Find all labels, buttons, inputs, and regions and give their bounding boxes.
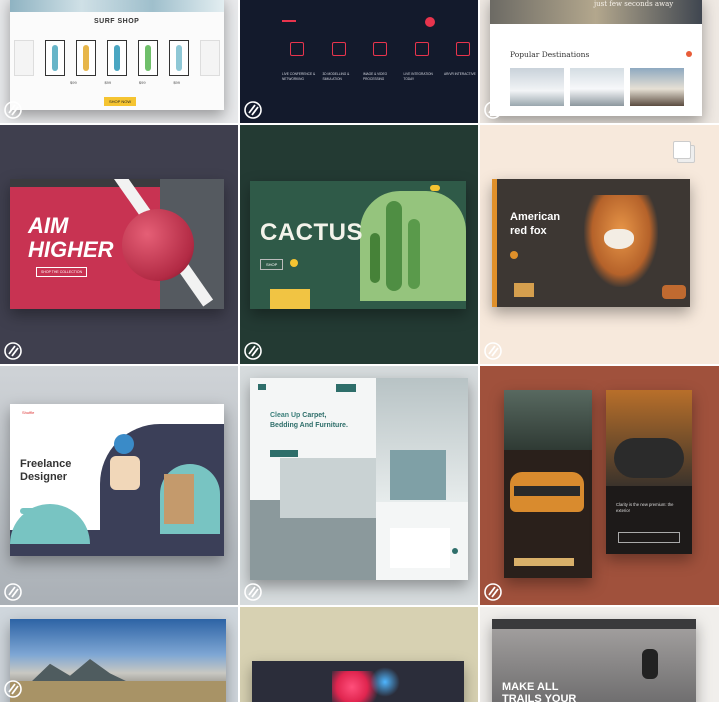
multi-image-icon — [673, 141, 695, 163]
service-step: LIVE CONFERENCE & NETWORKING — [282, 72, 316, 81]
tile-audi[interactable]: Clarity is the new premium: the exterior — [480, 366, 719, 605]
clean-up-title-line2: Bedding And Furniture. — [270, 422, 348, 429]
aim-headline: AIM — [28, 213, 69, 238]
higher-headline: HIGHER — [28, 237, 114, 262]
link-icon — [244, 342, 262, 360]
surf-shop-button[interactable]: SHOP NOW — [104, 97, 137, 106]
tile-landscape[interactable] — [0, 607, 238, 702]
freelance-title: Designer — [20, 471, 68, 483]
fox-title: red fox — [510, 225, 547, 237]
clean-up-title: Clean Up Carpet, — [270, 412, 326, 419]
link-icon — [4, 342, 22, 360]
dark-services-screen: LIVE CONFERENCE & NETWORKING 3D MODELLIN… — [240, 0, 478, 123]
tile-cactus[interactable]: CACTUS SHOP — [240, 125, 478, 364]
clean-up-screen: Clean Up Carpet, Bedding And Furniture. — [250, 378, 468, 580]
service-step: 3D MODELLING & SIMULATION — [322, 72, 350, 81]
travel-title: Popular Destinations — [510, 50, 590, 59]
audi-screen-right: Clarity is the new premium: the exterior — [606, 390, 692, 554]
tile-fox[interactable]: American red fox — [480, 125, 719, 364]
link-icon — [4, 680, 22, 698]
tile-surf-shop[interactable]: SURF SHOP $99 $99 $99 $99 SHOP NOW — [0, 0, 238, 123]
aim-cta-button[interactable]: SHOP THE COLLECTION — [36, 267, 88, 277]
fox-title: American — [510, 211, 561, 223]
link-icon — [484, 101, 502, 119]
tile-trails[interactable]: MAKE ALL TRAILS YOUR — [480, 607, 719, 702]
surf-price: $99 — [138, 80, 146, 85]
freelance-brand: Shuffle — [22, 410, 35, 415]
service-step: IMAGE & VIDEO PROCESSING — [363, 72, 388, 81]
link-icon — [4, 583, 22, 601]
link-icon — [484, 342, 502, 360]
cactus-screen: CACTUS SHOP — [250, 181, 466, 309]
audi-caption: Clarity is the new premium: the exterior — [616, 502, 674, 513]
clean-up-prefix: Clean Up — [270, 412, 301, 419]
link-icon — [484, 583, 502, 601]
trails-title: MAKE ALL — [502, 681, 559, 693]
surf-price: $99 — [173, 80, 180, 85]
nike-screen — [252, 661, 464, 702]
travel-screen: just few seconds away Popular Destinatio… — [490, 0, 702, 116]
trails-title: TRAILS YOUR — [502, 693, 577, 702]
surf-shop-title: SURF SHOP — [94, 18, 140, 25]
cactus-cta[interactable]: SHOP — [260, 259, 284, 270]
link-icon — [244, 101, 262, 119]
surf-price: $99 — [70, 80, 77, 85]
surf-shop-screen: SURF SHOP $99 $99 $99 $99 SHOP NOW — [10, 0, 224, 110]
freelance-title: Freelance — [20, 458, 72, 470]
trails-screen: MAKE ALL TRAILS YOUR — [492, 619, 696, 702]
aim-higher-screen: AIM HIGHER SHOP THE COLLECTION — [10, 179, 224, 309]
tile-aim-higher[interactable]: AIM HIGHER SHOP THE COLLECTION — [0, 125, 238, 364]
service-step: LIVE INTEGRATION TODAY — [403, 72, 433, 81]
tile-travel[interactable]: just few seconds away Popular Destinatio… — [480, 0, 719, 123]
tile-clean-up[interactable]: Clean Up Carpet, Bedding And Furniture. — [240, 366, 478, 605]
clean-up-carpet: Carpet, — [302, 412, 327, 419]
service-step: AR/VR INTERACTIVE — [444, 72, 476, 76]
tile-freelance[interactable]: Shuffle Freelance Designer — [0, 366, 238, 605]
audi-screen-left — [504, 390, 592, 578]
cactus-title: CACTUS — [260, 219, 363, 246]
tile-nike[interactable] — [240, 607, 478, 702]
fox-screen: American red fox — [492, 179, 690, 307]
freelance-screen: Shuffle Freelance Designer — [10, 404, 224, 556]
landscape-screen — [10, 619, 226, 702]
travel-banner: just few seconds away — [594, 0, 674, 8]
surf-price: $99 — [104, 80, 112, 85]
link-icon — [4, 101, 22, 119]
link-icon — [244, 583, 262, 601]
tile-dark-services[interactable]: LIVE CONFERENCE & NETWORKING 3D MODELLIN… — [240, 0, 478, 123]
